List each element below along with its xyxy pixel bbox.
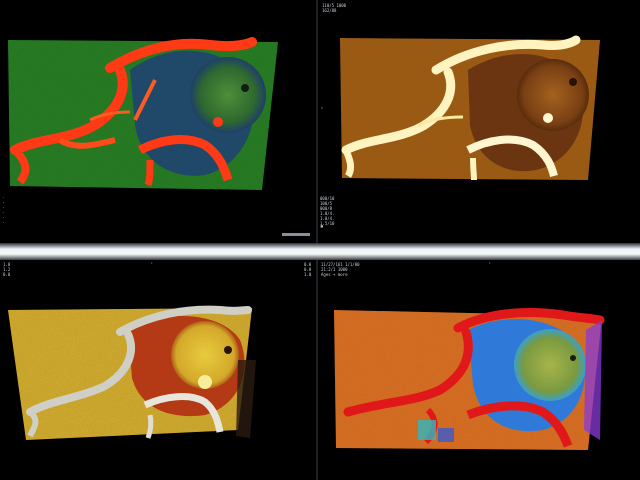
scale-bar [282, 233, 310, 236]
viewport-divider-horizontal[interactable] [0, 243, 640, 260]
viewport-bottom-right[interactable]: 11/27/161 1/1/00 21:2/1 1000 Ages + more… [318, 260, 640, 480]
scan-image-green-orange [8, 37, 278, 190]
overlay-header: 1.0 1.2 0.0 [3, 262, 11, 277]
overlay-header: 11/27/161 1/1/00 21:2/1 1000 Ages + more [321, 262, 360, 277]
scan-image-rainbow [334, 308, 605, 450]
viewport-top-left[interactable]: · · · · · · [0, 0, 316, 243]
position-marker-icon: · [488, 260, 492, 267]
overlay-side: 0.0 0.0 1.0 [304, 262, 312, 277]
overlay-header: 110/5 1000 162/88 [322, 3, 347, 13]
scan-image-copper [340, 35, 600, 181]
position-marker-icon: ▪ [320, 223, 324, 230]
position-marker-icon: ◦ [320, 105, 324, 112]
scan-image-yellow-red [8, 305, 256, 440]
viewport-top-right[interactable]: 110/5 1000 162/88 000/10 100/5 000/8 1.0… [318, 0, 640, 243]
overlay-left-info: · · · · · · [2, 195, 5, 225]
viewport-bottom-left[interactable]: 1.0 1.2 0.0 0.0 0.0 1.0 · [0, 260, 316, 480]
position-marker-icon: · [150, 260, 154, 267]
overlay-info: 000/10 100/5 000/8 1.0/4. 1.0/4. 1.5/10 [320, 196, 335, 226]
monitor-screen: · · · · · · 110/5 1000 162/88 000/10 100… [0, 0, 640, 480]
